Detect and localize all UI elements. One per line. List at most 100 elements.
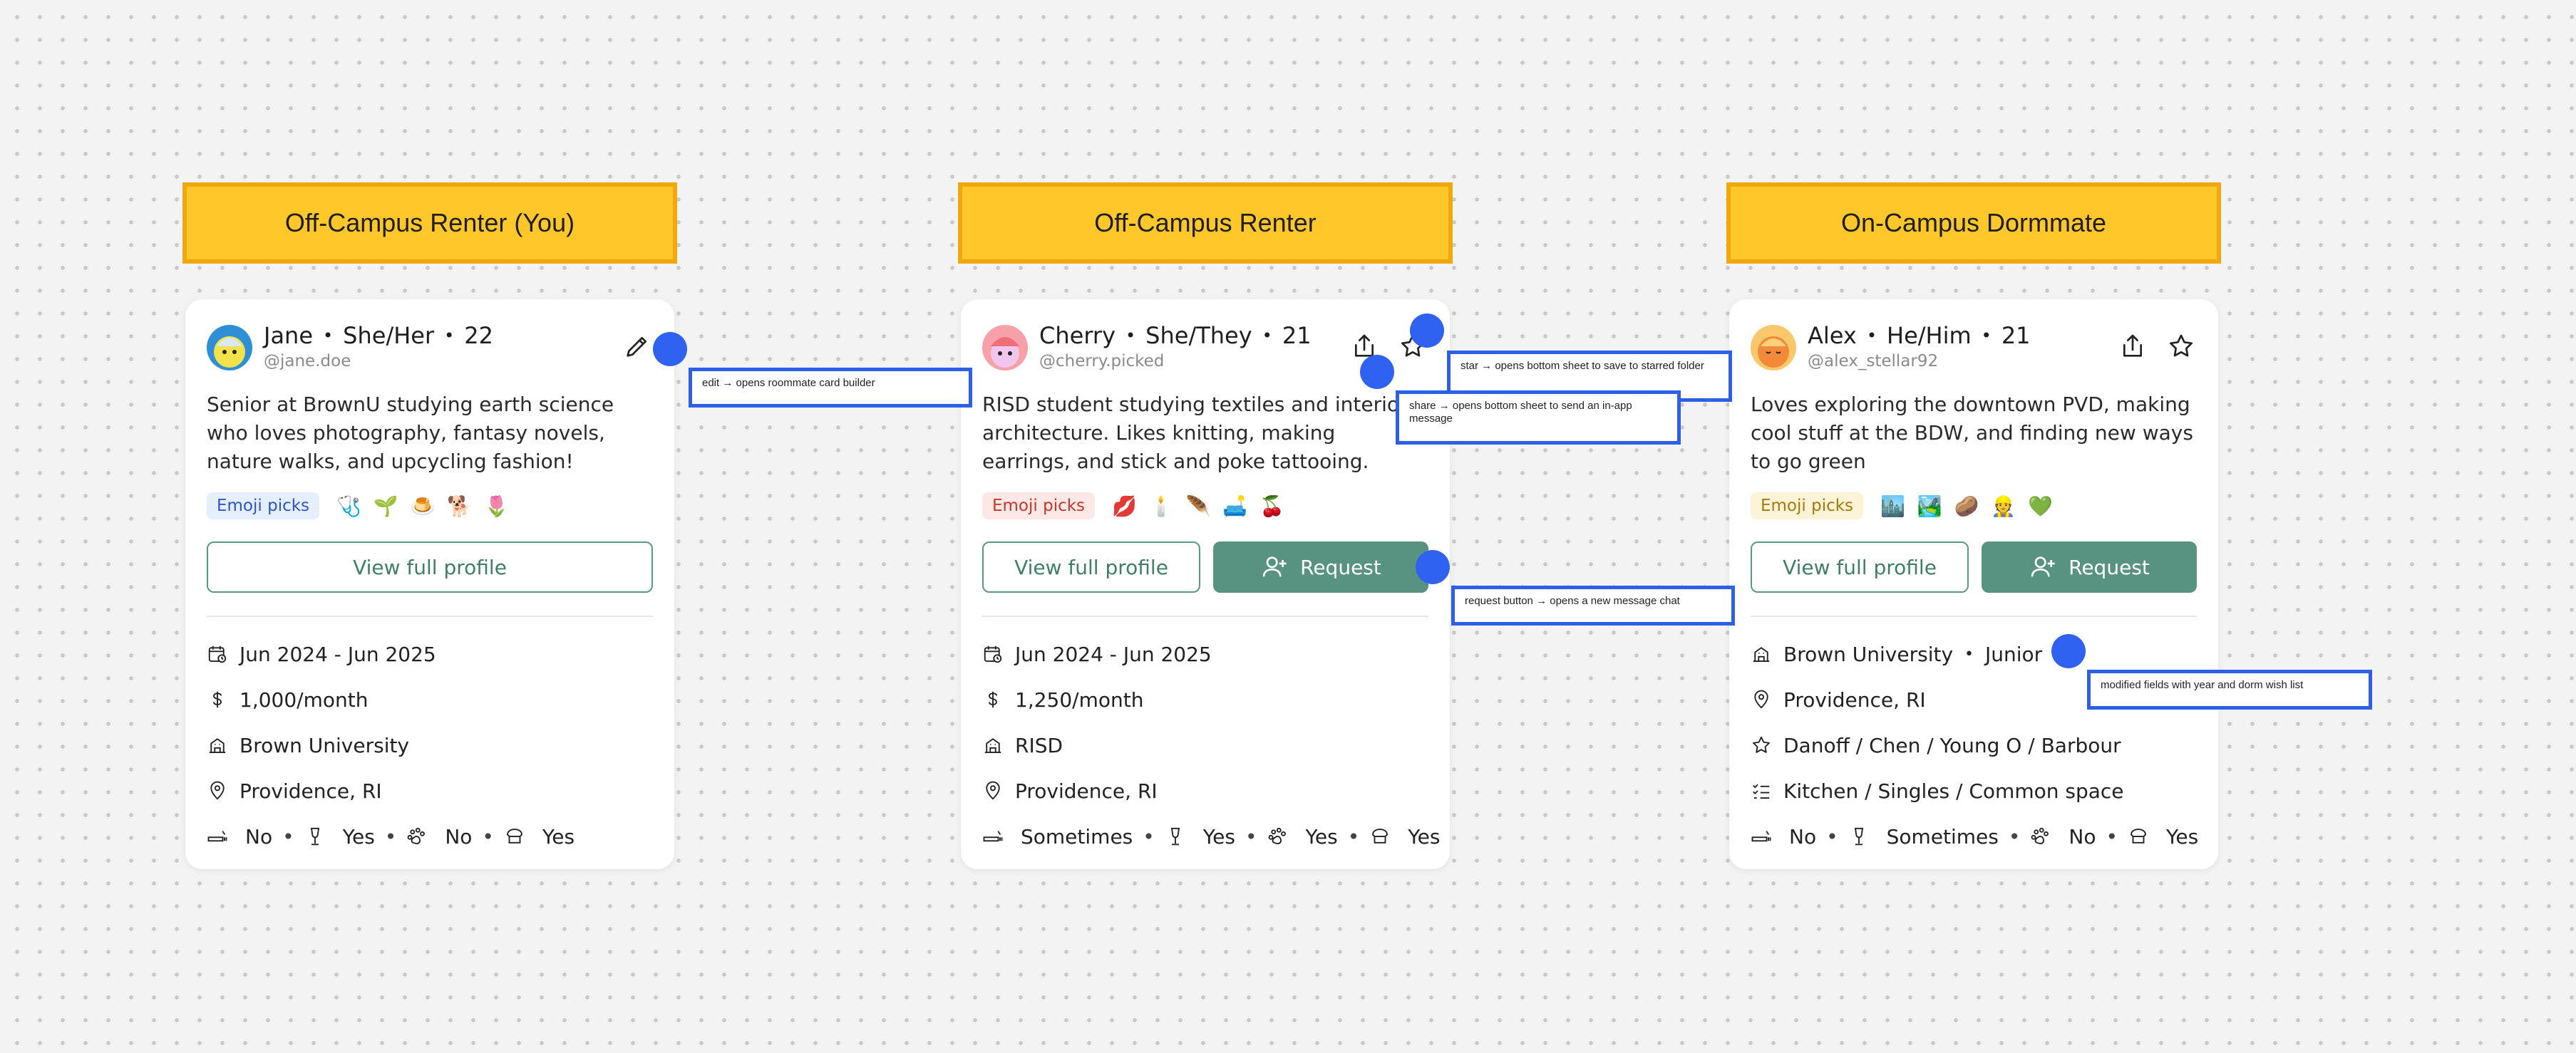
lifestyle-row: No • Sometimes • No • Yes: [1751, 814, 2199, 859]
divider: [207, 616, 653, 617]
profile-handle: @cherry.picked: [1039, 352, 1165, 370]
dollar-icon: [989, 691, 997, 708]
profile-bio: Loves exploring the downtown PVD, making…: [1751, 393, 2193, 473]
column-label-text: Off-Campus Renter: [1094, 208, 1317, 237]
school-text: Brown University: [239, 733, 410, 757]
pets-value: No: [2068, 824, 2096, 849]
roommate-card-alex: Alex • He/Him • 21 @alex_stellar92 Loves…: [1729, 299, 2218, 869]
annotation-share: share → opens bottom sheet to send an in…: [1396, 390, 1681, 445]
view-full-profile-button[interactable]: View full profile: [1751, 541, 1969, 593]
avatar: [1751, 325, 1796, 370]
divider: [982, 616, 1428, 617]
dorm-wishlist-row: Danoff / Chen / Young O / Barbour: [1751, 722, 2197, 768]
hat-value: Yes: [1408, 824, 1441, 849]
dates-text: Jun 2024 - Jun 2025: [239, 642, 436, 666]
smoking-icon: [983, 831, 1003, 842]
emoji-picks-tag: Emoji picks: [982, 492, 1096, 519]
smoking-value: Sometimes: [1021, 824, 1133, 849]
price-text: 1,250/month: [1015, 688, 1144, 712]
profile-name: Alex: [1808, 322, 1857, 349]
school-row: Brown University: [207, 722, 653, 768]
profile-pronouns: He/Him: [1887, 322, 1972, 349]
star-icon[interactable]: [2165, 331, 2197, 362]
wine-glass-icon: [310, 827, 319, 846]
hat-value: Yes: [2165, 824, 2199, 849]
location-text: Providence, RI: [1015, 779, 1158, 803]
star-outline-icon: [1753, 736, 1770, 753]
annotation-request: request button → opens a new message cha…: [1451, 586, 1735, 626]
wine-glass-icon: [1170, 827, 1180, 846]
checklist-icon: [1753, 784, 1770, 799]
annotation-marker-share: [1360, 355, 1394, 389]
smoking-value: No: [245, 824, 273, 849]
annotation-modified-text: modified fields with year and dorm wish …: [2101, 679, 2304, 691]
price-row: 1,250/month: [982, 677, 1428, 722]
edit-icon[interactable]: [622, 331, 653, 362]
location-text: Providence, RI: [239, 779, 382, 803]
drinking-value: Yes: [1202, 824, 1235, 849]
calendar-icon: [984, 645, 1002, 663]
column-label-renter: Off-Campus Renter: [958, 182, 1453, 264]
divider: [1751, 616, 2197, 617]
profile-bio: RISD student studying textiles and inter…: [982, 393, 1408, 473]
emoji-picks: 🩺 🌱 🍮 🐕 🌷: [336, 494, 512, 518]
drinking-value: Yes: [342, 824, 375, 849]
profile-pronouns: She/Her: [343, 322, 435, 349]
column-label-dormmate: On-Campus Dormmate: [1726, 182, 2221, 264]
location-row: Providence, RI: [207, 768, 653, 814]
roommate-card-jane: Jane • She/Her • 22 @jane.doe Senior at …: [185, 299, 674, 869]
column-label-you: Off-Campus Renter (You): [182, 182, 677, 264]
location-text: Providence, RI: [1783, 688, 1926, 712]
dates-row: Jun 2024 - Jun 2025: [982, 631, 1428, 677]
annotation-marker-request: [1416, 550, 1450, 584]
university-icon: [984, 738, 1001, 753]
column-label-text: Off-Campus Renter (You): [284, 208, 575, 237]
add-person-icon: [1262, 556, 1287, 577]
share-icon[interactable]: [2117, 331, 2148, 362]
school-text: RISD: [1015, 733, 1063, 757]
location-pin-icon: [210, 781, 225, 800]
lifestyle-row: No • Yes • No • Yes: [207, 814, 653, 859]
annotation-marker-edit: [653, 332, 687, 366]
profile-name: Jane: [264, 322, 314, 349]
paw-icon: [407, 827, 426, 844]
university-icon: [1753, 647, 1770, 662]
smoking-value: No: [1789, 824, 1817, 849]
location-row: Providence, RI: [982, 768, 1428, 814]
avatar: [982, 325, 1028, 370]
annotation-edit: edit → opens roommate card builder: [689, 368, 972, 408]
graduation-cap-icon: [1372, 829, 1389, 844]
annotation-marker-star: [1410, 313, 1444, 348]
drinking-value: Sometimes: [1886, 824, 1999, 849]
wishlist-text: Kitchen / Singles / Common space: [1783, 779, 2124, 803]
smoking-icon: [207, 831, 227, 842]
annotation-star-text: star → opens bottom sheet to save to sta…: [1460, 360, 1704, 372]
lifestyle-row: Sometimes • Yes • Yes • Yes: [982, 814, 1440, 859]
price-text: 1,000/month: [239, 688, 369, 712]
dates-text: Jun 2024 - Jun 2025: [1015, 642, 1212, 666]
graduation-cap-icon: [506, 829, 522, 844]
add-person-icon: [2031, 556, 2055, 577]
year-text: Junior: [1985, 642, 2043, 666]
dollar-icon: [213, 691, 222, 708]
paw-icon: [1268, 827, 1286, 844]
location-pin-icon: [1754, 690, 1768, 709]
profile-age: 21: [1282, 322, 1312, 349]
annotation-request-text: request button → opens a new message cha…: [1465, 595, 1680, 607]
paw-icon: [2031, 827, 2049, 844]
profile-handle: @jane.doe: [264, 352, 351, 370]
profile-handle: @alex_stellar92: [1808, 352, 1939, 370]
amenities-row: Kitchen / Singles / Common space: [1751, 768, 2197, 814]
request-button[interactable]: Request: [1213, 541, 1428, 593]
emoji-picks: 🏙️ 🏞️ 🥔 👷 💚: [1880, 494, 2056, 518]
annotation-modified: modified fields with year and dorm wish …: [2087, 670, 2372, 710]
dorms-text: Danoff / Chen / Young O / Barbour: [1783, 733, 2121, 757]
profile-name: Cherry: [1039, 322, 1116, 349]
view-full-profile-button[interactable]: View full profile: [982, 541, 1200, 593]
view-full-profile-button[interactable]: View full profile: [207, 541, 653, 593]
profile-age: 21: [2001, 322, 2031, 349]
avatar: [207, 325, 252, 370]
emoji-picks: 💋 🕯️ 🪶 🛋️ 🍒: [1112, 494, 1287, 518]
request-button[interactable]: Request: [1982, 541, 2197, 593]
hat-value: Yes: [542, 824, 575, 849]
